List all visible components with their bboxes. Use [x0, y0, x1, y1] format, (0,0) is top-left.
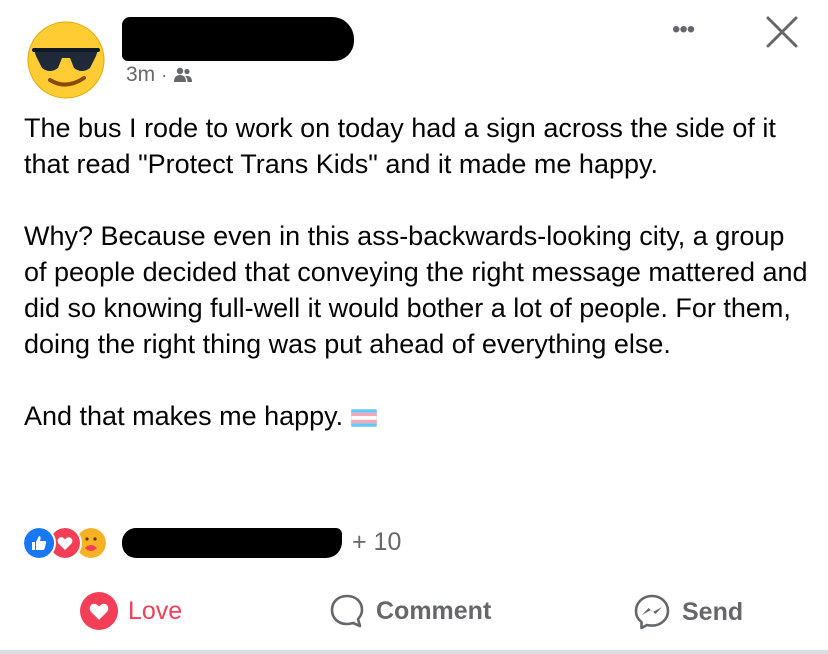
post-paragraph: Why? Because even in this ass-backwards-… [24, 221, 808, 359]
send-button[interactable]: Send [632, 592, 743, 632]
comment-icon [330, 594, 364, 628]
post-paragraph: And that makes me happy. [24, 401, 344, 431]
post-timestamp[interactable]: 3m [126, 63, 155, 87]
avatar[interactable] [26, 20, 106, 100]
love-button[interactable]: Love [80, 592, 182, 630]
post-paragraph-closing: And that makes me happy. [24, 398, 814, 434]
transgender-flag-icon [351, 408, 378, 427]
post-paragraph: The bus I rode to work on today had a si… [24, 113, 776, 179]
close-icon[interactable] [762, 12, 802, 52]
love-button-label: Love [128, 596, 183, 625]
reaction-others-count[interactable]: + 10 [352, 528, 401, 557]
comment-button[interactable]: Comment [328, 592, 491, 630]
reactions-summary[interactable]: + 10 [22, 522, 442, 562]
meta-separator: · [161, 64, 168, 85]
post-meta: 3m · [126, 63, 193, 87]
friends-icon[interactable] [173, 66, 193, 84]
redacted-author-name [122, 17, 354, 61]
post-body: The bus I rode to work on today had a si… [24, 110, 814, 434]
post-action-bar: Love Comment Send [0, 586, 828, 636]
love-icon [80, 592, 118, 630]
redacted-reactor-names [122, 528, 342, 558]
more-options-icon[interactable]: ••• [672, 18, 695, 42]
like-icon [22, 526, 56, 560]
comment-button-label: Comment [376, 596, 492, 625]
messenger-icon [634, 594, 670, 630]
send-button-label: Send [682, 597, 744, 626]
divider [0, 650, 828, 654]
